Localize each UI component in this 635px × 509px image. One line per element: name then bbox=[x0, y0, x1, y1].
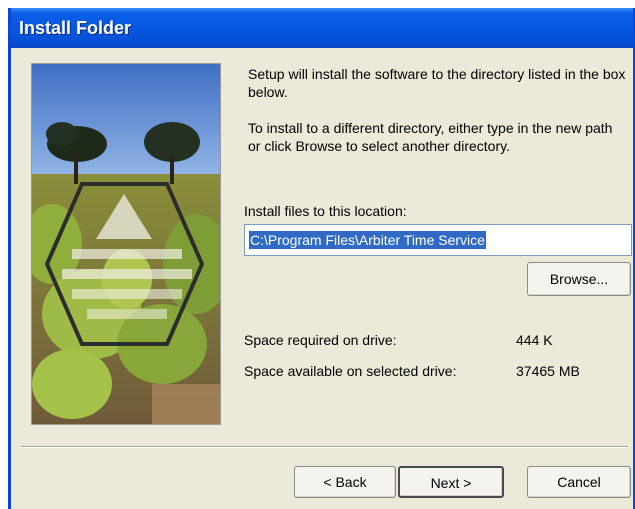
footer-divider bbox=[21, 446, 628, 448]
title-bar[interactable]: Install Folder bbox=[11, 8, 633, 48]
browse-button[interactable]: Browse... bbox=[527, 262, 631, 296]
back-button[interactable]: < Back bbox=[294, 466, 396, 498]
install-path-value: C:\Program Files\Arbiter Time Service bbox=[249, 231, 486, 249]
install-folder-dialog: Install Folder Setup will install the so… bbox=[8, 8, 635, 509]
space-available-value: 37465 MB bbox=[516, 363, 580, 379]
intro-text-2: To install to a different directory, eit… bbox=[248, 120, 613, 154]
window-title: Install Folder bbox=[19, 18, 132, 38]
next-button[interactable]: Next > bbox=[398, 466, 504, 498]
cancel-button[interactable]: Cancel bbox=[527, 466, 631, 498]
space-required-value: 444 K bbox=[516, 332, 553, 348]
space-required-label: Space required on drive: bbox=[244, 332, 397, 348]
vineyard-banner-image bbox=[31, 63, 221, 425]
space-available-label: Space available on selected drive: bbox=[244, 363, 457, 379]
install-location-label: Install files to this location: bbox=[244, 203, 407, 219]
vineyard-illustration bbox=[32, 64, 220, 424]
install-path-input[interactable]: C:\Program Files\Arbiter Time Service bbox=[244, 224, 632, 256]
intro-text-1: Setup will install the software to the d… bbox=[248, 66, 626, 100]
